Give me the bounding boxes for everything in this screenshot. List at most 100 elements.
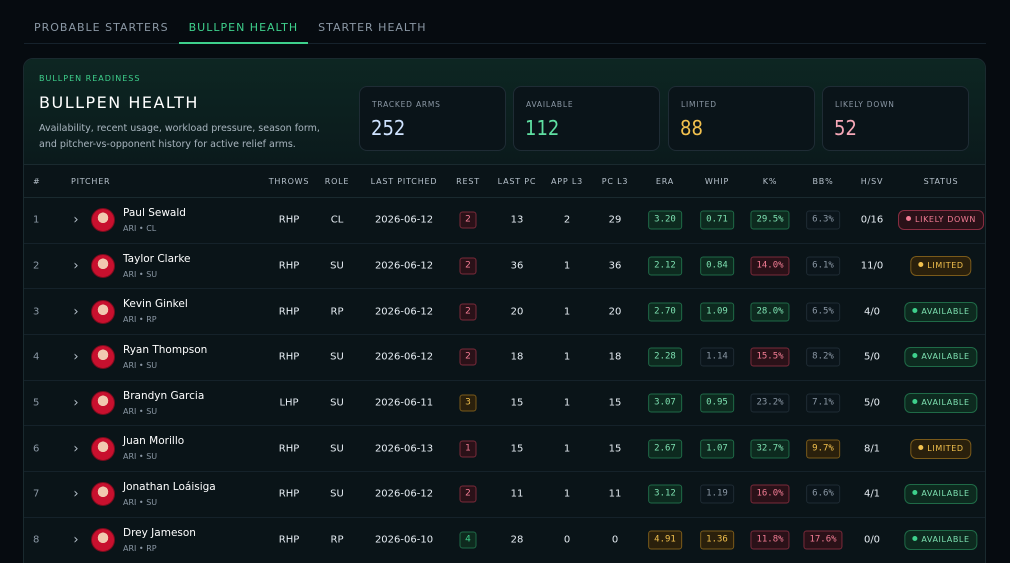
col-header[interactable]: PITCHER: [71, 177, 110, 186]
last-pitched-value: 2026-06-11: [374, 397, 434, 409]
pitcher-team-role: ARI • SU: [123, 406, 158, 416]
stat-limited: LIMITED 88: [668, 86, 815, 151]
tab-starter-health[interactable]: STARTER HEALTH: [308, 0, 436, 44]
table-row[interactable]: 5 › Brandyn Garcia ARI • SU LHP SU 2026-06-11 3…: [24, 381, 985, 427]
pitcher-name[interactable]: Jonathan Loáisiga: [123, 481, 216, 493]
chevron-right-icon[interactable]: ›: [73, 259, 78, 274]
bb-pct-cell: 9.7%: [806, 439, 840, 459]
chevron-right-icon[interactable]: ›: [73, 213, 78, 228]
throws-value: RHP: [278, 351, 300, 363]
rest-cell: 1: [459, 440, 477, 458]
stat-tracked-arms: TRACKED ARMS 252: [359, 86, 506, 151]
pitcher-name[interactable]: Drey Jameson: [123, 527, 196, 539]
chevron-right-icon[interactable]: ›: [73, 533, 78, 548]
status-dot-icon: [912, 399, 918, 405]
bb-pct-cell: 17.6%: [803, 530, 843, 550]
era-cell: 2.28: [648, 347, 682, 367]
row-number: 2: [33, 260, 40, 272]
rest-cell: 4: [459, 531, 477, 549]
last-pitched-value: 2026-06-12: [374, 488, 434, 500]
app-l3-value: 1: [563, 306, 571, 318]
pc-l3-value: 0: [611, 534, 619, 546]
pitcher-team-role: ARI • CL: [123, 224, 157, 233]
pitcher-name[interactable]: Brandyn Garcia: [123, 390, 204, 402]
stat-label: LIKELY DOWN: [835, 100, 895, 109]
status-badge[interactable]: AVAILABLE: [904, 301, 978, 322]
table-row[interactable]: 4 › Ryan Thompson ARI • SU RHP SU 2026-06-12 2 1…: [24, 335, 985, 381]
col-header[interactable]: PC L3: [602, 177, 629, 186]
status-badge[interactable]: AVAILABLE: [904, 393, 978, 414]
era-pill: 2.28: [648, 347, 682, 367]
k-pct-cell: 32.7%: [750, 439, 790, 459]
table-row[interactable]: 7 › Jonathan Loáisiga ARI • SU RHP SU 2026-06-…: [24, 472, 985, 518]
chevron-right-icon[interactable]: ›: [73, 487, 78, 502]
eyebrow-label: BULLPEN READINESS: [39, 74, 141, 83]
era-pill: 2.12: [648, 256, 682, 276]
avatar: [91, 299, 115, 324]
avatar: [91, 391, 115, 416]
pitcher-name[interactable]: Juan Morillo: [123, 435, 184, 447]
chevron-right-icon[interactable]: ›: [73, 396, 78, 411]
status-badge[interactable]: AVAILABLE: [904, 530, 978, 551]
chevron-right-icon[interactable]: ›: [73, 304, 78, 319]
tab-probable-starters[interactable]: PROBABLE STARTERS: [24, 0, 179, 44]
avatar: [91, 345, 115, 370]
table-row[interactable]: 3 › Kevin Ginkel ARI • RP RHP RP 2026-06-12 2 20…: [24, 289, 985, 336]
col-header[interactable]: APP L3: [551, 177, 583, 186]
status-cell: LIMITED: [910, 256, 972, 277]
status-badge[interactable]: LIMITED: [910, 256, 972, 277]
rest-cell: 2: [459, 485, 477, 503]
status-badge[interactable]: AVAILABLE: [904, 347, 978, 368]
status-badge[interactable]: AVAILABLE: [904, 484, 978, 505]
era-cell: 2.12: [648, 256, 682, 276]
role-value: CL: [330, 214, 344, 226]
table-row[interactable]: 6 › Juan Morillo ARI • SU RHP SU 2026-06-13 1 15…: [24, 426, 985, 473]
throws-value: RHP: [278, 260, 300, 272]
col-header[interactable]: WHIP: [705, 177, 729, 186]
rest-badge: 2: [459, 211, 477, 229]
row-number: 6: [33, 443, 40, 455]
whip-cell: 0.95: [700, 393, 734, 413]
chevron-right-icon[interactable]: ›: [73, 350, 78, 365]
bb-pct-pill: 6.5%: [806, 302, 840, 322]
col-header[interactable]: LAST PITCHED: [371, 177, 438, 186]
pitcher-name[interactable]: Kevin Ginkel: [123, 298, 188, 310]
stat-label: LIMITED: [681, 100, 717, 109]
app-l3-value: 1: [563, 397, 571, 409]
last-pc-value: 11: [510, 488, 524, 500]
table-row[interactable]: 8 › Drey Jameson ARI • RP RHP RP 2026-06-10 4 28…: [24, 518, 985, 563]
col-header[interactable]: BB%: [813, 177, 834, 186]
h-sv-value: 4/0: [863, 306, 881, 318]
k-pct-cell: 11.8%: [750, 530, 790, 550]
last-pitched-value: 2026-06-13: [374, 443, 434, 455]
status-badge[interactable]: LIKELY DOWN: [898, 210, 984, 231]
table-row[interactable]: 2 › Taylor Clarke ARI • SU RHP SU 2026-06-12 2 3…: [24, 244, 985, 290]
whip-pill: 0.71: [700, 210, 734, 230]
chevron-right-icon[interactable]: ›: [73, 441, 78, 456]
pitcher-name[interactable]: Paul Sewald: [123, 207, 186, 219]
status-badge[interactable]: LIMITED: [910, 438, 972, 459]
h-sv-value: 0/0: [863, 534, 881, 546]
col-header[interactable]: H/SV: [861, 177, 883, 186]
pc-l3-value: 20: [608, 306, 622, 318]
col-header[interactable]: ROLE: [325, 177, 350, 186]
col-header[interactable]: ERA: [656, 177, 674, 186]
app-l3-value: 0: [563, 534, 571, 546]
table-row[interactable]: 1 › Paul Sewald ARI • CL RHP CL 2026-06-12 2 13 2…: [24, 198, 985, 244]
col-header[interactable]: K%: [763, 177, 777, 186]
status-dot-icon: [912, 536, 918, 542]
pitcher-name[interactable]: Taylor Clarke: [123, 253, 191, 265]
pitcher-name[interactable]: Ryan Thompson: [123, 344, 207, 356]
status-cell: LIMITED: [910, 438, 972, 459]
col-header[interactable]: REST: [456, 177, 480, 186]
era-cell: 4.91: [648, 530, 682, 550]
last-pc-value: 13: [510, 214, 524, 226]
col-header[interactable]: STATUS: [924, 177, 959, 186]
last-pitched-value: 2026-06-12: [374, 214, 434, 226]
col-header[interactable]: THROWS: [269, 177, 310, 186]
col-header[interactable]: LAST PC: [498, 177, 537, 186]
era-cell: 2.67: [648, 439, 682, 459]
whip-pill: 1.09: [700, 302, 734, 322]
tab-bullpen-health[interactable]: BULLPEN HEALTH: [178, 0, 309, 44]
h-sv-value: 5/0: [863, 397, 881, 409]
